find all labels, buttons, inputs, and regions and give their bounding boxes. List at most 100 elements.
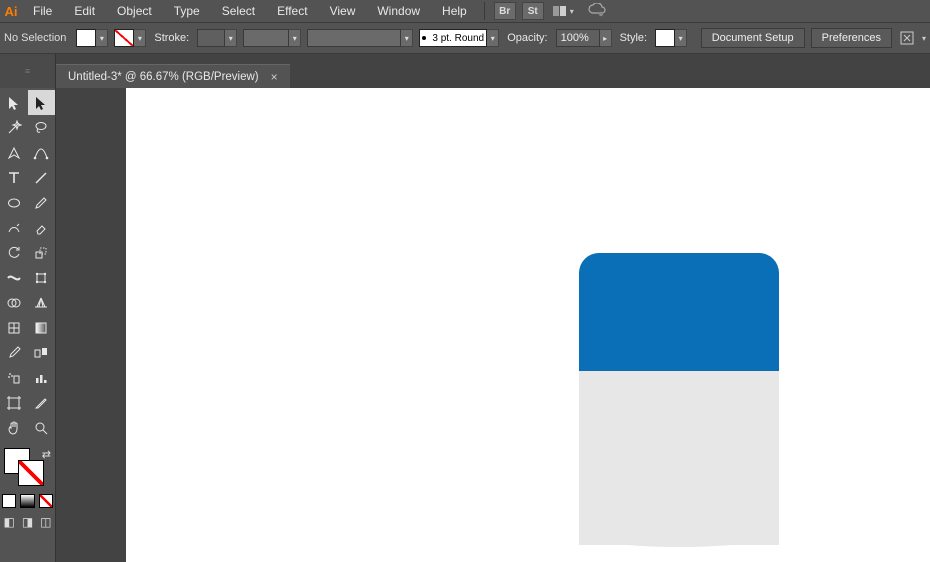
stroke-swatch-icon: [114, 29, 134, 47]
chevron-down-icon[interactable]: ▾: [922, 34, 926, 43]
fill-swatch-control[interactable]: ▾: [76, 29, 108, 47]
color-mode-button[interactable]: [2, 494, 16, 508]
draw-normal-icon[interactable]: ◧: [0, 512, 18, 532]
symbol-sprayer-tool[interactable]: [0, 365, 28, 390]
color-mode-row: [0, 492, 55, 510]
brush-definition[interactable]: ▾: [307, 29, 413, 47]
fill-swatch-icon: [76, 29, 96, 47]
draw-behind-icon[interactable]: ◨: [18, 512, 36, 532]
opacity-value[interactable]: 100%: [556, 29, 600, 47]
line-segment-tool[interactable]: [28, 165, 56, 190]
eyedropper-tool[interactable]: [0, 340, 28, 365]
menu-edit[interactable]: Edit: [63, 0, 106, 22]
workspace-switcher[interactable]: ▾: [553, 6, 574, 16]
gradient-mode-button[interactable]: [20, 494, 34, 508]
style-label[interactable]: Style:: [620, 32, 648, 44]
zoom-tool[interactable]: [28, 415, 56, 440]
profile-preview: [243, 29, 289, 47]
fill-stroke-control[interactable]: ⇄: [0, 446, 55, 492]
stroke-label[interactable]: Stroke:: [154, 32, 189, 44]
preferences-button[interactable]: Preferences: [811, 28, 892, 48]
chevron-right-icon: ▸: [600, 29, 612, 47]
control-bar: No Selection ▾ ▾ Stroke: ▾ ▾ ▾ 3 pt. Rou…: [0, 22, 930, 54]
menu-window[interactable]: Window: [366, 0, 431, 22]
canvas-area[interactable]: [126, 88, 930, 562]
menu-help[interactable]: Help: [431, 0, 478, 22]
ellipse-tool[interactable]: [0, 190, 28, 215]
lasso-tool[interactable]: [28, 115, 56, 140]
left-dock-column: [56, 88, 126, 562]
chevron-down-icon: ▾: [134, 29, 146, 47]
hand-tool[interactable]: [0, 415, 28, 440]
align-to-icon[interactable]: [898, 29, 916, 47]
opacity-label[interactable]: Opacity:: [507, 32, 547, 44]
artboard-tool[interactable]: [0, 390, 28, 415]
tools-panel: ⇄ ◧ ◨ ◫: [0, 88, 56, 562]
workspace-area: ⇄ ◧ ◨ ◫: [0, 88, 930, 562]
style-swatch-icon: [655, 29, 675, 47]
blend-tool[interactable]: [28, 340, 56, 365]
variable-width-profile[interactable]: ▾: [243, 29, 301, 47]
chevron-down-icon: ▾: [225, 29, 237, 47]
artwork-cap-shape[interactable]: [579, 253, 779, 371]
gradient-tool[interactable]: [28, 315, 56, 340]
mesh-tool[interactable]: [0, 315, 28, 340]
opacity-field[interactable]: 100% ▸: [556, 29, 612, 47]
bridge-button[interactable]: Br: [494, 2, 516, 20]
app-logo-icon: Ai: [0, 0, 22, 22]
draw-inside-icon[interactable]: ◫: [37, 512, 55, 532]
stock-button[interactable]: St: [522, 2, 544, 20]
chevron-down-icon: ▾: [570, 7, 574, 16]
menu-file[interactable]: File: [22, 0, 63, 22]
stroke-weight-field[interactable]: ▾: [197, 29, 237, 47]
brush-preview: [307, 29, 401, 47]
direct-selection-tool[interactable]: [28, 90, 56, 115]
selection-tool[interactable]: [0, 90, 28, 115]
screen-mode-row: ◧ ◨ ◫: [0, 512, 55, 532]
close-tab-button[interactable]: ×: [271, 70, 278, 84]
menu-effect[interactable]: Effect: [266, 0, 318, 22]
width-tool[interactable]: [0, 265, 28, 290]
document-tab[interactable]: Untitled-3* @ 66.67% (RGB/Preview) ×: [56, 64, 290, 88]
none-mode-button[interactable]: [39, 494, 53, 508]
menu-view[interactable]: View: [319, 0, 367, 22]
chevron-down-icon: ▾: [487, 29, 499, 47]
column-graph-tool[interactable]: [28, 365, 56, 390]
rotate-tool[interactable]: [0, 240, 28, 265]
menu-select[interactable]: Select: [211, 0, 266, 22]
swap-fill-stroke-icon[interactable]: ⇄: [42, 448, 51, 461]
document-setup-button[interactable]: Document Setup: [701, 28, 805, 48]
shaper-tool[interactable]: [0, 215, 28, 240]
chevron-down-icon: ▾: [289, 29, 301, 47]
scale-tool[interactable]: [28, 240, 56, 265]
menu-object[interactable]: Object: [106, 0, 163, 22]
menu-type[interactable]: Type: [163, 0, 211, 22]
menu-bar: Ai File Edit Object Type Select Effect V…: [0, 0, 930, 22]
eraser-tool[interactable]: [28, 215, 56, 240]
arrange-documents-icon: [553, 6, 566, 16]
chevron-down-icon: ▾: [401, 29, 413, 47]
stroke-weight-value[interactable]: [197, 29, 225, 47]
graphic-style-swatch[interactable]: ▾: [655, 29, 687, 47]
slice-tool[interactable]: [28, 390, 56, 415]
tab-well-handle[interactable]: ≡: [0, 54, 56, 88]
selection-status: No Selection: [4, 32, 66, 44]
magic-wand-tool[interactable]: [0, 115, 28, 140]
chevron-down-icon: ▾: [675, 29, 687, 47]
paintbrush-tool[interactable]: [28, 190, 56, 215]
gpu-performance-icon[interactable]: [588, 3, 606, 20]
menu-separator: [484, 2, 485, 20]
artboard: [126, 88, 930, 562]
free-transform-tool[interactable]: [28, 265, 56, 290]
pen-tool[interactable]: [0, 140, 28, 165]
shape-builder-tool[interactable]: [0, 290, 28, 315]
brush-profile-value: 3 pt. Round: [419, 29, 487, 47]
curvature-tool[interactable]: [28, 140, 56, 165]
perspective-grid-tool[interactable]: [28, 290, 56, 315]
brush-profile-select[interactable]: 3 pt. Round ▾: [419, 29, 499, 47]
document-tab-title: Untitled-3* @ 66.67% (RGB/Preview): [68, 71, 259, 83]
type-tool[interactable]: [0, 165, 28, 190]
stroke-box-icon[interactable]: [18, 460, 44, 486]
stroke-swatch-control[interactable]: ▾: [114, 29, 146, 47]
document-tab-strip: ≡ Untitled-3* @ 66.67% (RGB/Preview) ×: [0, 54, 930, 88]
